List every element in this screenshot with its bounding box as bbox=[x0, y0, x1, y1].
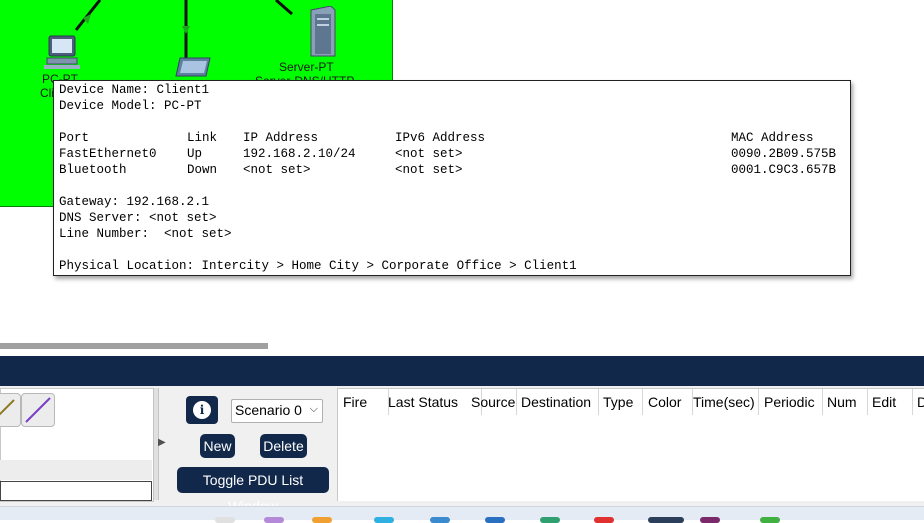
device-label: Server-PT bbox=[279, 60, 334, 74]
port-name: Bluetooth bbox=[59, 163, 127, 177]
dns-server: DNS Server: <not set> bbox=[59, 211, 217, 225]
crossover-cable-button[interactable] bbox=[21, 393, 55, 427]
port-ip: <not set> bbox=[243, 163, 311, 177]
column-header-source[interactable]: Source bbox=[466, 389, 517, 415]
port-link: Down bbox=[187, 163, 218, 177]
link-pc bbox=[74, 0, 102, 31]
new-scenario-button[interactable]: New bbox=[200, 434, 235, 458]
laptop-icon bbox=[175, 57, 211, 77]
line-number: Line Number: <not set> bbox=[59, 227, 232, 241]
connection-tool-button[interactable] bbox=[0, 393, 21, 427]
port-mac: 0090.2B09.575B bbox=[731, 147, 837, 161]
taskbar-app-icon[interactable] bbox=[540, 517, 560, 523]
taskbar-app-icon[interactable] bbox=[760, 517, 780, 523]
header-ipv6: IPv6 Address bbox=[395, 131, 486, 145]
column-header-fire[interactable]: Fire bbox=[338, 389, 389, 415]
toggle-pdu-list-button[interactable]: Toggle PDU List Window bbox=[177, 467, 329, 514]
column-header-periodic[interactable]: Periodic bbox=[759, 389, 823, 415]
taskbar-app-icon[interactable] bbox=[430, 517, 450, 523]
link-laptop-status bbox=[182, 26, 190, 34]
port-ip: 192.168.2.10/24 bbox=[243, 147, 356, 161]
info-icon: i bbox=[193, 401, 211, 419]
column-header-type[interactable]: Type bbox=[598, 389, 643, 415]
chevron-down-icon: ⌵ bbox=[309, 403, 318, 415]
physical-location: Physical Location: Intercity > Home City… bbox=[59, 259, 577, 273]
taskbar-app-icon[interactable] bbox=[700, 517, 720, 523]
pc-icon bbox=[44, 35, 80, 69]
taskbar-app-icon[interactable] bbox=[594, 517, 614, 523]
delete-scenario-button[interactable]: Delete bbox=[260, 434, 307, 458]
device-server[interactable]: Server-PT Server-DNS/HTTP bbox=[255, 5, 354, 88]
scenario-select[interactable]: Scenario 0 ⌵ bbox=[231, 399, 323, 423]
workspace-hscrollbar[interactable] bbox=[0, 343, 268, 349]
column-header-time[interactable]: Time(sec) bbox=[688, 389, 759, 415]
pdu-list-table[interactable]: Fire Last Status Source Destination Type… bbox=[337, 388, 924, 501]
column-header-num[interactable]: Num bbox=[822, 389, 868, 415]
logical-workspace[interactable]: PC-PT Cli Server-PT Server-DNS/HTTP Devi… bbox=[0, 0, 924, 340]
column-header-delete[interactable]: D bbox=[912, 389, 924, 415]
header-port: Port bbox=[59, 131, 90, 145]
port-link: Up bbox=[187, 147, 203, 161]
scenario-panel: i Scenario 0 ⌵ New Delete Toggle PDU Lis… bbox=[173, 388, 335, 514]
column-header-edit[interactable]: Edit bbox=[867, 389, 913, 415]
taskbar-app-icon[interactable] bbox=[312, 517, 332, 523]
column-header-destination[interactable]: Destination bbox=[516, 389, 599, 415]
scenario-value: Scenario 0 bbox=[235, 402, 302, 418]
device-model-field[interactable] bbox=[0, 481, 152, 501]
port-ipv6: <not set> bbox=[395, 163, 463, 177]
header-link: Link bbox=[187, 131, 218, 145]
port-ipv6: <not set> bbox=[395, 147, 463, 161]
device-client-pc[interactable]: PC-PT Cli bbox=[36, 34, 88, 100]
taskbar-app-icon[interactable] bbox=[264, 517, 284, 523]
header-mac: MAC Address bbox=[731, 131, 814, 145]
device-model: Device Model: PC-PT bbox=[59, 99, 202, 113]
port-mac: 0001.C9C3.657B bbox=[731, 163, 837, 177]
taskbar-app-icon[interactable] bbox=[374, 517, 394, 523]
device-label-line2: Cli bbox=[40, 86, 54, 100]
crossover-cable-icon bbox=[25, 397, 51, 423]
column-header-color[interactable]: Color bbox=[643, 389, 693, 415]
scenario-info-button[interactable]: i bbox=[186, 396, 218, 424]
server-icon bbox=[310, 5, 336, 57]
device-name: Device Name: Client1 bbox=[59, 83, 210, 97]
header-ip: IP Address bbox=[243, 131, 319, 145]
copper-cable-icon bbox=[0, 399, 15, 416]
os-taskbar bbox=[0, 506, 924, 523]
taskbar-app-icon[interactable] bbox=[648, 517, 684, 523]
collapse-arrow-icon[interactable]: ▶ bbox=[158, 437, 166, 448]
bottom-toolbar-bar bbox=[0, 356, 924, 386]
port-name: FastEthernet0 bbox=[59, 147, 157, 161]
taskbar-app-icon[interactable] bbox=[485, 517, 505, 523]
gateway: Gateway: 192.168.2.1 bbox=[59, 195, 210, 209]
device-laptop[interactable] bbox=[172, 56, 216, 82]
taskbar-app-icon[interactable] bbox=[215, 517, 235, 523]
device-subtype-strip bbox=[0, 460, 152, 480]
device-info-tooltip: Device Name: Client1 Device Model: PC-PT… bbox=[53, 80, 851, 276]
